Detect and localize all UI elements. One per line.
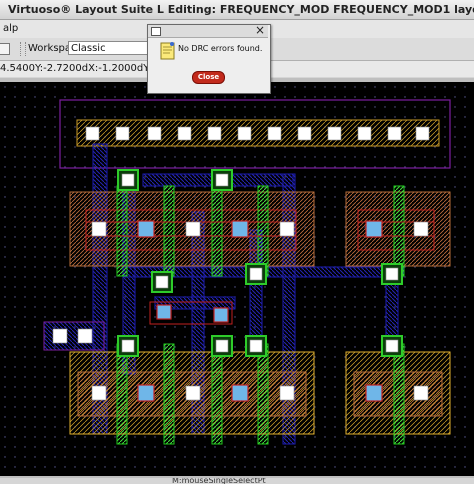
- window-title: Virtuoso® Layout Suite L Editing: FREQUE…: [8, 3, 474, 16]
- diffusion-contact: [215, 173, 229, 187]
- diffusion-contact: [155, 275, 169, 289]
- via-contact: [137, 384, 155, 402]
- poly-gate: [393, 185, 405, 277]
- top-rail-contact: [85, 126, 100, 141]
- diffusion-contact: [185, 385, 201, 401]
- diffusion-contact: [279, 221, 295, 237]
- via-contact: [231, 384, 249, 402]
- mouse-binding-hint: M:mouseSingleSelectPt: [172, 478, 266, 484]
- poly-gate: [163, 185, 175, 277]
- top-rail-contact: [267, 126, 282, 141]
- window-icon: [151, 27, 161, 36]
- top-rail-contact: [207, 126, 222, 141]
- layout-drawing: [0, 82, 474, 476]
- top-rail-contact: [147, 126, 162, 141]
- menu-item-help[interactable]: alp: [0, 23, 18, 34]
- info-note-icon: [160, 42, 175, 60]
- via-contact: [156, 304, 172, 320]
- close-button[interactable]: Close: [192, 71, 225, 84]
- top-rail-contact: [177, 126, 192, 141]
- poly-gate: [163, 343, 175, 445]
- diffusion-contact: [91, 385, 107, 401]
- via-contact: [231, 220, 249, 238]
- toolbar-icon[interactable]: [0, 43, 10, 55]
- poly-gate: [257, 185, 269, 277]
- poly-gate: [393, 343, 405, 445]
- top-rail-contact: [115, 126, 130, 141]
- diffusion-contact: [385, 339, 399, 353]
- top-rail-contact: [297, 126, 312, 141]
- poly-gate: [257, 343, 269, 445]
- top-rail-contact: [327, 126, 342, 141]
- via-contact: [213, 307, 229, 323]
- bottom-status-bar: M:mouseSingleSelectPt: [0, 478, 474, 484]
- drc-result-dialog: × No DRC errors found. Close: [147, 23, 271, 94]
- diffusion-contact: [91, 221, 107, 237]
- diffusion-contact: [385, 267, 399, 281]
- poly-gate: [211, 185, 223, 277]
- top-rail-contact: [357, 126, 372, 141]
- diffusion-contact: [185, 221, 201, 237]
- window-title-bar: Virtuoso® Layout Suite L Editing: FREQUE…: [0, 0, 474, 20]
- diffusion-contact: [413, 385, 429, 401]
- top-rail-contact: [415, 126, 430, 141]
- top-rail-contact: [237, 126, 252, 141]
- tap-contact: [52, 328, 68, 344]
- diffusion-contact: [215, 339, 229, 353]
- toolbar-separator-icon: [20, 42, 26, 56]
- poly-gate: [116, 343, 128, 445]
- top-rail: [76, 119, 440, 147]
- via-contact: [365, 220, 383, 238]
- poly-gate: [116, 185, 128, 277]
- diffusion-contact: [413, 221, 429, 237]
- diffusion-contact: [121, 339, 135, 353]
- diffusion-contact: [121, 173, 135, 187]
- diffusion-contact: [249, 267, 263, 281]
- dialog-title-bar: ×: [148, 23, 268, 38]
- diffusion-contact: [279, 385, 295, 401]
- via-contact: [365, 384, 383, 402]
- top-rail-contact: [387, 126, 402, 141]
- poly-gate: [211, 343, 223, 445]
- dialog-message: No DRC errors found.: [178, 44, 263, 53]
- via-contact: [137, 220, 155, 238]
- diffusion-contact: [249, 339, 263, 353]
- workspace-select[interactable]: Classic: [68, 41, 148, 55]
- close-icon[interactable]: ×: [255, 23, 265, 37]
- tap-contact: [77, 328, 93, 344]
- workspace-value: Classic: [71, 43, 106, 54]
- layout-canvas[interactable]: [0, 82, 474, 476]
